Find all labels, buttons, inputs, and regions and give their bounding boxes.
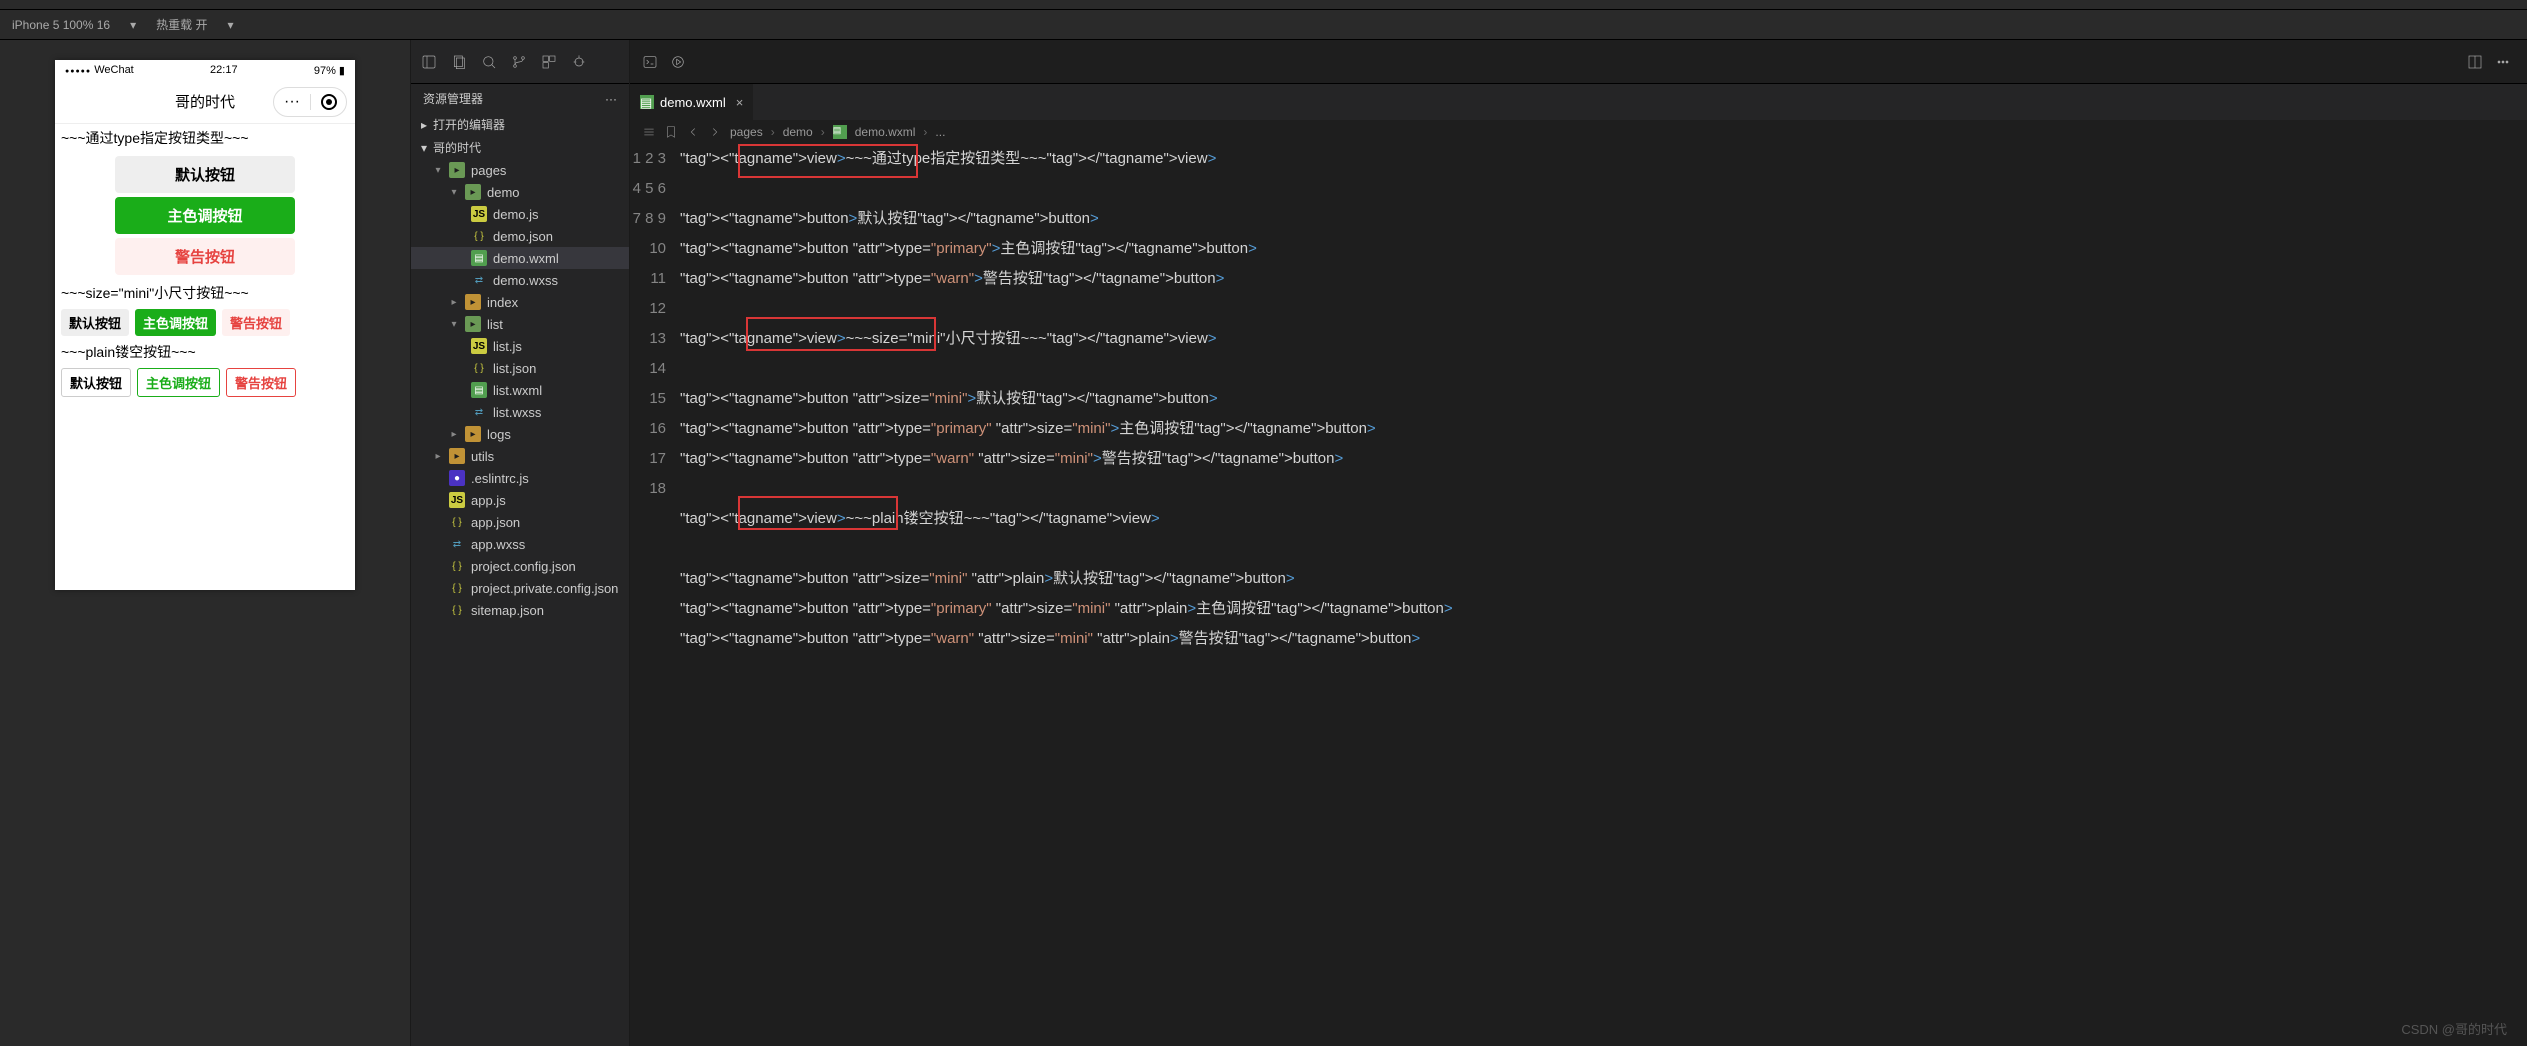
code-editor: ▤ demo.wxml × pages› demo› ▤ demo.wxml› … [630,40,2527,1046]
tree-folder-logs[interactable]: ▸▸logs [411,423,629,445]
clock-label: 22:17 [210,64,238,76]
crumb[interactable]: demo [783,125,813,139]
branch-icon[interactable] [511,54,527,70]
tree-file[interactable]: JSapp.js [411,489,629,511]
code-area[interactable]: 1 2 3 4 5 6 7 8 9 10 11 12 13 14 15 16 1… [630,144,2527,1046]
more-icon[interactable] [2495,54,2511,70]
tab-row: ▤ demo.wxml × [630,84,2527,120]
tree-folder-pages[interactable]: ▾▸pages [411,159,629,181]
page-title: 哥的时代 [175,91,235,112]
default-button[interactable]: 默认按钮 [115,156,295,193]
mini-default-button[interactable]: 默认按钮 [61,309,129,336]
more-icon[interactable]: ··· [605,92,617,106]
tree-file[interactable]: { }sitemap.json [411,599,629,621]
crumb: ... [935,125,945,139]
tree-file[interactable]: ▤list.wxml [411,379,629,401]
file-tree: ▾▸pages ▾▸demo JSdemo.js { }demo.json ▤d… [411,159,629,621]
page-content: ~~~通过type指定按钮类型~~~ 默认按钮 主色调按钮 警告按钮 ~~~si… [55,124,355,590]
sim-toolbar: iPhone 5 100% 16 ▾ 热重载 开 ▾ [0,10,2527,40]
app-menubar-placeholder [0,0,2527,10]
back-icon[interactable] [686,125,700,139]
tab-demo-wxml[interactable]: ▤ demo.wxml × [630,84,754,120]
tree-folder-demo[interactable]: ▾▸demo [411,181,629,203]
tree-file[interactable]: JSdemo.js [411,203,629,225]
breadcrumb: pages› demo› ▤ demo.wxml› ... [630,120,2527,144]
section-label: ~~~plain镂空按钮~~~ [55,338,355,366]
carrier-label: WeChat [94,64,134,76]
mini-warn-button[interactable]: 警告按钮 [222,309,290,336]
file-explorer: 资源管理器 ··· ▸打开的编辑器 ▾哥的时代 ▾▸pages ▾▸demo J… [410,40,630,1046]
tree-file[interactable]: { }project.private.config.json [411,577,629,599]
files-icon[interactable] [451,54,467,70]
tree-folder-list[interactable]: ▾▸list [411,313,629,335]
tree-file[interactable]: { }app.json [411,511,629,533]
dropdown-caret[interactable]: ▾ [227,18,233,32]
mini-primary-button[interactable]: 主色调按钮 [135,309,216,336]
search-icon[interactable] [481,54,497,70]
section-label: ~~~size="mini"小尺寸按钮~~~ [55,279,355,307]
plain-warn-button[interactable]: 警告按钮 [226,368,296,397]
explorer-toolbar [411,40,629,84]
tree-folder-utils[interactable]: ▸▸utils [411,445,629,467]
capsule-close-button[interactable] [310,94,346,110]
explorer-title: 资源管理器 [423,90,483,107]
editor-toolbar [630,40,2527,84]
watermark: CSDN @哥的时代 [2401,1019,2507,1038]
hot-reload-toggle[interactable]: 热重载 开 [156,16,207,33]
warn-button[interactable]: 警告按钮 [115,238,295,275]
tab-label: demo.wxml [660,95,726,110]
crumb[interactable]: demo.wxml [855,125,916,139]
plain-default-button[interactable]: 默认按钮 [61,368,131,397]
sidebar-icon[interactable] [421,54,437,70]
code-body[interactable]: "tag"><"tagname">view>~~~通过type指定按钮类型~~~… [680,144,2527,1046]
phone-status-bar: WeChat 22:17 97% ▮ [55,60,355,80]
tree-file-active[interactable]: ▤demo.wxml [411,247,629,269]
capsule: ··· [273,87,347,117]
terminal-icon[interactable] [642,54,658,70]
tree-file[interactable]: ●.eslintrc.js [411,467,629,489]
bookmark-icon[interactable] [664,125,678,139]
tree-file[interactable]: ⇄demo.wxss [411,269,629,291]
phone-frame: WeChat 22:17 97% ▮ 哥的时代 ··· ~~~通过type指定按… [55,60,355,590]
primary-button[interactable]: 主色调按钮 [115,197,295,234]
phone-navbar: 哥的时代 ··· [55,80,355,124]
line-gutter: 1 2 3 4 5 6 7 8 9 10 11 12 13 14 15 16 1… [630,144,680,1046]
open-editors-section[interactable]: ▸打开的编辑器 [411,113,629,136]
close-icon[interactable]: × [736,95,744,110]
section-label: ~~~通过type指定按钮类型~~~ [55,124,355,152]
plain-primary-button[interactable]: 主色调按钮 [137,368,220,397]
debug-icon[interactable] [670,54,686,70]
tree-file[interactable]: { }demo.json [411,225,629,247]
bug-icon[interactable] [571,54,587,70]
project-root-section[interactable]: ▾哥的时代 [411,136,629,159]
wxml-icon: ▤ [640,95,654,109]
tree-file[interactable]: { }list.json [411,357,629,379]
split-icon[interactable] [2467,54,2483,70]
tree-file[interactable]: { }project.config.json [411,555,629,577]
device-selector[interactable]: iPhone 5 100% 16 [12,18,110,32]
explorer-header: 资源管理器 ··· [411,84,629,113]
capsule-menu-button[interactable]: ··· [274,93,310,111]
crumb[interactable]: pages [730,125,763,139]
extensions-icon[interactable] [541,54,557,70]
tree-file[interactable]: ⇄list.wxss [411,401,629,423]
tree-file[interactable]: ⇄app.wxss [411,533,629,555]
tree-file[interactable]: JSlist.js [411,335,629,357]
tree-folder-index[interactable]: ▸▸index [411,291,629,313]
wxml-icon: ▤ [833,125,847,139]
forward-icon[interactable] [708,125,722,139]
dropdown-caret[interactable]: ▾ [130,18,136,32]
simulator-panel: WeChat 22:17 97% ▮ 哥的时代 ··· ~~~通过type指定按… [0,40,410,1046]
battery-label: 97% ▮ [314,64,345,77]
list-icon[interactable] [642,125,656,139]
signal-dots-icon [65,64,91,76]
